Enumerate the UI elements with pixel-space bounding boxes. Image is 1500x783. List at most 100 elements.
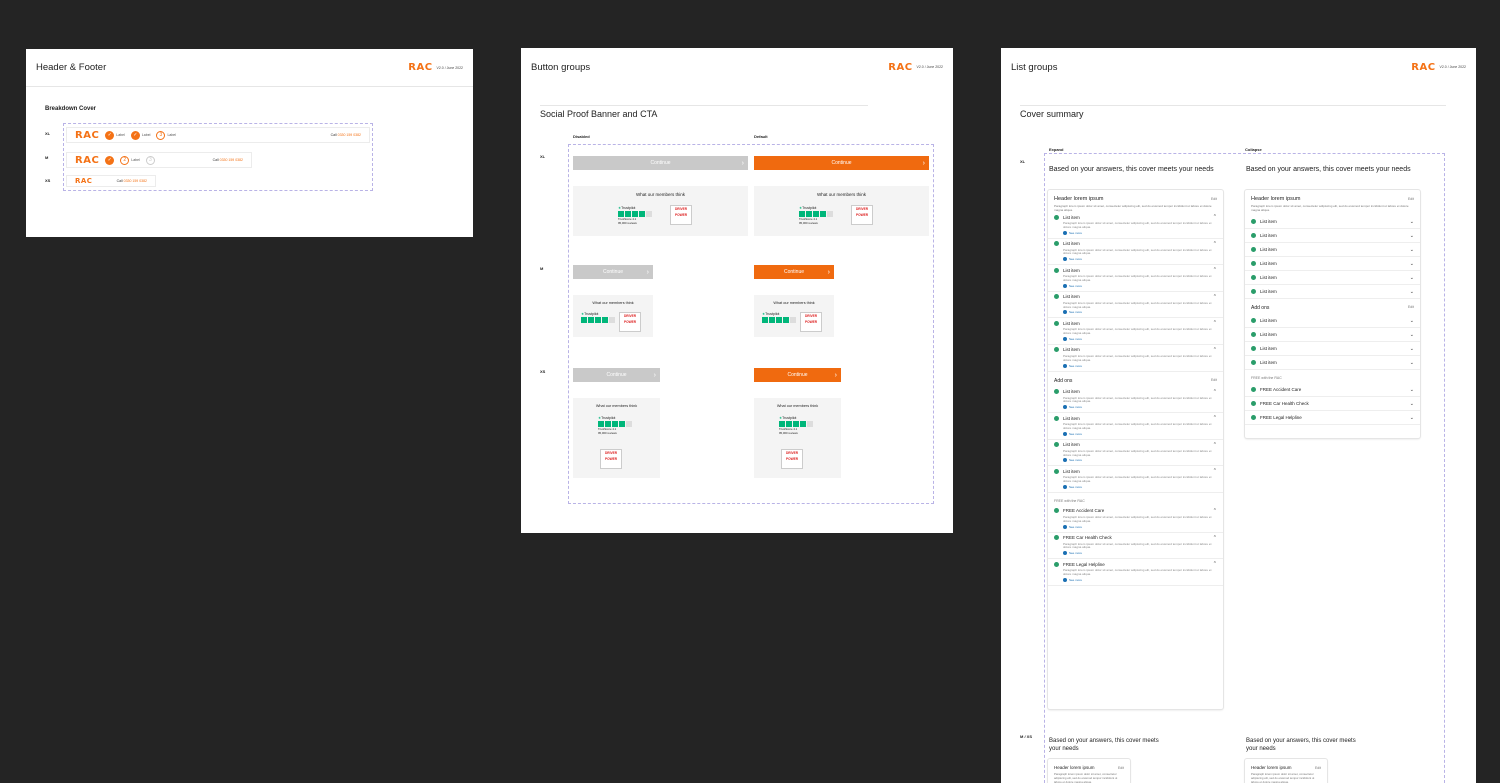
step-3[interactable]: 3 [145,155,155,165]
check-circle-icon [1054,508,1059,514]
list-item-expanded[interactable]: FREE Accident Care ⌃ Paragraph lorem ipsum… [1048,506,1223,533]
list-item-expanded[interactable]: List item ⌃ Paragraph lorem ipsum dolor si… [1048,265,1223,292]
see-more-link[interactable]: See more [1054,283,1217,288]
rac-logo: RAC [408,62,433,73]
chevron-up-icon[interactable]: ⌃ [1213,561,1217,567]
chevron-up-icon[interactable]: ⌃ [1213,389,1217,395]
continue-button[interactable]: Continue › [754,368,841,382]
chevron-down-icon[interactable]: ⌄ [1410,415,1414,421]
list-item-collapsed[interactable]: List item ⌄ [1245,314,1420,328]
step-1[interactable]: ✓ Label [105,130,125,140]
chevron-down-icon[interactable]: ⌄ [1410,360,1414,366]
info-icon [1063,458,1067,463]
list-item-expanded[interactable]: List item ⌃ Paragraph lorem ipsum dolor si… [1048,239,1223,266]
edit-link[interactable]: Edit [1118,766,1124,770]
chevron-down-icon[interactable]: ⌄ [1410,247,1414,253]
edit-link[interactable]: Edit [1315,766,1321,770]
list-item-collapsed[interactable]: FREE Legal Helpline ⌄ [1245,411,1420,425]
see-more-link[interactable]: See more [1054,310,1217,315]
edit-link[interactable]: Edit [1211,378,1217,384]
chevron-up-icon[interactable]: ⌃ [1213,241,1217,247]
chevron-up-icon[interactable]: ⌃ [1213,508,1217,514]
chevron-down-icon[interactable]: ⌄ [1410,289,1414,295]
list-item-expanded[interactable]: List item ⌃ Paragraph lorem ipsum dolor si… [1048,345,1223,372]
list-item-expanded[interactable]: List item ⌃ Paragraph lorem ipsum dolor si… [1048,413,1223,440]
continue-button-disabled[interactable]: Continue › [573,265,653,279]
chevron-down-icon[interactable]: ⌄ [1410,219,1414,225]
list-item-expanded[interactable]: FREE Car Health Check ⌃ Paragraph lorem ip… [1048,533,1223,560]
chevron-up-icon[interactable]: ⌃ [1213,347,1217,353]
chevron-up-icon[interactable]: ⌃ [1213,214,1217,220]
chevron-up-icon[interactable]: ⌃ [1213,535,1217,541]
chevron-up-icon[interactable]: ⌃ [1213,267,1217,273]
see-more-link[interactable]: See more [1054,257,1217,262]
edit-link[interactable]: Edit [1211,197,1217,201]
chevron-down-icon[interactable]: ⌄ [1410,233,1414,239]
driver-power-badge: DRIVER POWER [670,205,692,225]
list-item-expanded[interactable]: FREE Legal Helpline ⌃ Paragraph lorem ipsu… [1048,559,1223,586]
list-item-collapsed[interactable]: List item ⌄ [1245,342,1420,356]
see-more-link[interactable]: See more [1054,524,1217,529]
chevron-down-icon[interactable]: ⌄ [1410,387,1414,393]
continue-button[interactable]: Continue › [754,156,929,170]
list-item-collapsed[interactable]: List item ⌄ [1245,215,1420,229]
see-more-link[interactable]: See more [1054,405,1217,410]
list-item-expanded[interactable]: List item ⌃ Paragraph lorem ipsum dolor si… [1048,292,1223,319]
list-item-expanded[interactable]: List item ⌃ Paragraph lorem ipsum dolor si… [1048,212,1223,239]
info-icon [1063,336,1067,341]
check-circle-icon [1251,289,1256,294]
chevron-down-icon[interactable]: ⌄ [1410,346,1414,352]
list-item-collapsed[interactable]: List item ⌄ [1245,356,1420,370]
collapsed-list: List item ⌄ List item ⌄ List item ⌄ List item ⌄… [1245,215,1420,299]
see-more-link[interactable]: See more [1054,551,1217,556]
trustpilot-badge: ★Trustpilot TrustScore 4.1 95,000 reviews [779,416,813,435]
see-more-link[interactable]: See more [1054,577,1217,582]
call-link[interactable]: Call 0330 159 0382 [213,158,243,162]
list-item-collapsed[interactable]: List item ⌄ [1245,243,1420,257]
check-icon: ✓ [105,155,115,165]
see-more-link[interactable]: See more [1054,230,1217,235]
call-link[interactable]: Call 0330 159 0382 [117,179,147,183]
chevron-up-icon[interactable]: ⌃ [1213,468,1217,474]
chevron-down-icon[interactable]: ⌄ [1410,261,1414,267]
see-more-link[interactable]: See more [1054,484,1217,489]
continue-button-disabled[interactable]: Continue › [573,368,660,382]
list-item-expanded[interactable]: List item ⌃ Paragraph lorem ipsum dolor si… [1048,387,1223,414]
list-item-expanded[interactable]: List item ⌃ Paragraph lorem ipsum dolor si… [1048,440,1223,467]
edit-link[interactable]: Edit [1408,305,1414,311]
chevron-up-icon[interactable]: ⌃ [1213,442,1217,448]
list-item-collapsed[interactable]: List item ⌄ [1245,229,1420,243]
chevron-up-icon[interactable]: ⌃ [1213,415,1217,421]
step-2[interactable]: ✓ Label [130,130,150,140]
list-item-collapsed[interactable]: List item ⌄ [1245,271,1420,285]
list-item-collapsed[interactable]: List item ⌄ [1245,285,1420,299]
list-item-collapsed[interactable]: FREE Accident Care ⌄ [1245,383,1420,397]
step-3[interactable]: 3 Label [156,130,176,140]
see-more-link[interactable]: See more [1054,431,1217,436]
list-item-collapsed[interactable]: List item ⌄ [1245,257,1420,271]
chevron-down-icon[interactable]: ⌄ [1410,332,1414,338]
list-item-expanded[interactable]: List item ⌃ Paragraph lorem ipsum dolor si… [1048,466,1223,493]
size-label-xl: XL [1020,159,1026,164]
chevron-up-icon[interactable]: ⌃ [1213,294,1217,300]
list-item-collapsed[interactable]: List item ⌄ [1245,328,1420,342]
chevron-down-icon[interactable]: ⌄ [1410,401,1414,407]
step-2[interactable]: 2 Label [120,155,140,165]
chevron-down-icon[interactable]: ⌄ [1410,318,1414,324]
step-1[interactable]: ✓ [105,155,115,165]
chevron-down-icon[interactable]: ⌄ [1410,275,1414,281]
list-item-collapsed[interactable]: FREE Car Health Check ⌄ [1245,397,1420,411]
list-item-expanded[interactable]: List item ⌃ Paragraph lorem ipsum dolor si… [1048,318,1223,345]
continue-button[interactable]: Continue › [754,265,834,279]
proof-title: What our members think [816,192,867,197]
proof-title: What our members think [592,301,634,305]
proof-title: What our members think [776,404,819,408]
list-item-paragraph: Paragraph lorem ipsum dolor sit amet, co… [1063,541,1212,550]
continue-button-disabled[interactable]: Continue › [573,156,748,170]
see-more-link[interactable]: See more [1054,458,1217,463]
see-more-link[interactable]: See more [1054,363,1217,368]
chevron-up-icon[interactable]: ⌃ [1213,320,1217,326]
edit-link[interactable]: Edit [1408,197,1414,201]
call-link[interactable]: Call 0330 159 0382 [331,133,361,137]
see-more-link[interactable]: See more [1054,336,1217,341]
